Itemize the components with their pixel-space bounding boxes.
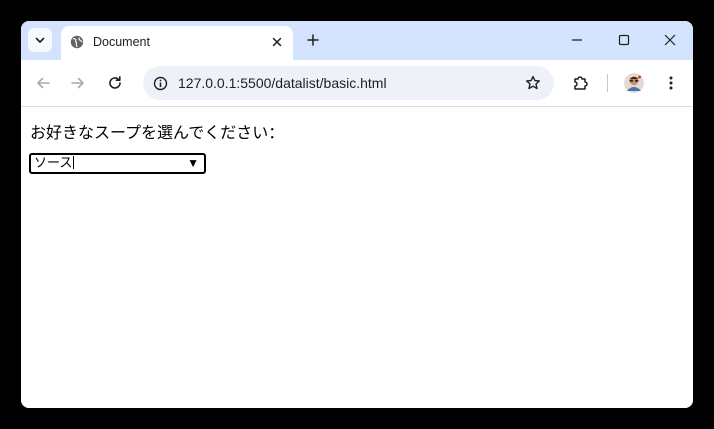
arrow-right-icon <box>71 77 84 89</box>
reload-icon <box>109 76 121 89</box>
profile-avatar[interactable] <box>624 73 644 93</box>
chevron-down-icon <box>35 37 45 43</box>
close-icon <box>664 34 676 46</box>
maximize-icon <box>618 34 630 46</box>
forward-button[interactable] <box>66 71 90 95</box>
tab-close-button[interactable] <box>269 34 285 50</box>
info-icon <box>153 76 167 90</box>
minimize-icon <box>572 39 582 41</box>
bookmark-button[interactable] <box>524 74 542 92</box>
soup-input-value[interactable]: ソース <box>34 155 75 172</box>
url-text[interactable]: 127.0.0.1:5500/datalist/basic.html <box>178 75 387 91</box>
star-icon <box>526 75 540 90</box>
close-icon <box>272 37 282 47</box>
puzzle-icon <box>574 76 588 90</box>
browser-window: Document 127.0.0.1:5500/datalist/basic.h… <box>21 21 693 408</box>
page-content: お好きなスープを選んでください： ソース ▼ <box>21 107 693 408</box>
tab-title: Document <box>93 35 150 49</box>
soup-prompt-label: お好きなスープを選んでください： <box>30 123 285 142</box>
soup-input[interactable]: ソース ▼ <box>29 153 206 174</box>
tab-document[interactable]: Document <box>61 26 293 60</box>
reload-button[interactable] <box>103 71 127 95</box>
plus-icon <box>307 34 319 46</box>
soup-input-text: ソース <box>34 156 73 171</box>
extensions-button[interactable] <box>569 71 593 95</box>
more-vert-icon <box>669 76 673 90</box>
tab-search-button[interactable] <box>28 28 52 52</box>
arrow-left-icon <box>37 77 50 89</box>
dropdown-arrow-icon[interactable]: ▼ <box>187 155 199 172</box>
address-bar[interactable]: 127.0.0.1:5500/datalist/basic.html <box>143 66 554 100</box>
toolbar-separator <box>607 74 608 92</box>
browser-toolbar: 127.0.0.1:5500/datalist/basic.html <box>21 60 693 107</box>
browser-menu-button[interactable] <box>659 71 683 95</box>
back-button[interactable] <box>31 71 55 95</box>
globe-icon <box>70 35 84 49</box>
avatar-image <box>624 73 644 93</box>
title-bar: Document <box>21 21 693 60</box>
maximize-button[interactable] <box>613 29 635 51</box>
close-window-button[interactable] <box>659 29 681 51</box>
site-info-button[interactable] <box>151 74 169 92</box>
minimize-button[interactable] <box>566 29 588 51</box>
text-caret <box>73 156 75 169</box>
new-tab-button[interactable] <box>302 29 324 51</box>
